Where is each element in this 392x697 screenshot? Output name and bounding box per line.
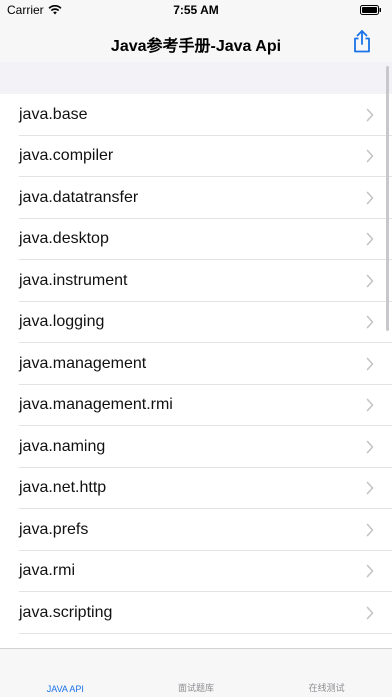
list-item[interactable]: java.rmi — [0, 551, 392, 593]
share-button[interactable] — [348, 26, 376, 56]
list-item-label: java.desktop — [19, 230, 109, 248]
list-item-label: java.scripting — [19, 603, 113, 621]
list-item[interactable]: java.prefs — [0, 509, 392, 551]
navigation-bar: Java参考手册-Java Api — [0, 22, 392, 62]
list-item[interactable]: java.net.http — [0, 468, 392, 510]
chevron-right-icon — [366, 440, 374, 454]
chevron-right-icon — [366, 481, 374, 495]
list-item[interactable]: java.datatransfer — [0, 177, 392, 219]
status-time: 7:55 AM — [173, 3, 219, 17]
chevron-right-icon — [366, 108, 374, 122]
list-item[interactable]: java.management.rmi — [0, 385, 392, 427]
scrollbar[interactable] — [386, 66, 389, 331]
chevron-right-icon — [366, 606, 374, 620]
chevron-right-icon — [366, 357, 374, 371]
module-list: java.base java.compiler java.datatransfe… — [0, 94, 392, 648]
list-item[interactable]: java.desktop — [0, 219, 392, 261]
list-item[interactable]: java.management — [0, 343, 392, 385]
list-item-label: java.compiler — [19, 147, 114, 165]
list-item[interactable]: java.scripting — [0, 592, 392, 634]
tab-interview-questions[interactable]: 面试题库 — [131, 649, 262, 697]
list-item-label: java.base — [19, 105, 88, 123]
chevron-right-icon — [366, 232, 374, 246]
list-item-label: java.prefs — [19, 520, 89, 538]
chevron-right-icon — [366, 149, 374, 163]
chevron-right-icon — [366, 523, 374, 537]
list-item-label: java.naming — [19, 437, 106, 455]
list-item-label: java.management — [19, 354, 147, 372]
battery-icon — [360, 5, 381, 15]
list-item-label: java.datatransfer — [19, 188, 139, 206]
section-header-spacer — [0, 62, 392, 94]
status-bar: Carrier 7:55 AM — [0, 0, 392, 22]
list-item-label: java.rmi — [19, 562, 76, 580]
tab-label: 面试题库 — [178, 683, 215, 693]
list-item[interactable]: java.base — [0, 94, 392, 136]
list-item-label: java.net.http — [19, 479, 107, 497]
tab-label: JAVA API — [46, 684, 84, 694]
chevron-right-icon — [366, 564, 374, 578]
tab-bar: JAVA API 面试题库 在线测试 — [0, 648, 392, 697]
tab-online-test[interactable]: 在线测试 — [261, 649, 392, 697]
list-item[interactable]: java.logging — [0, 302, 392, 344]
tab-java-api[interactable]: JAVA API — [0, 649, 131, 697]
list-item[interactable]: java.instrument — [0, 260, 392, 302]
chevron-right-icon — [366, 398, 374, 412]
list-item[interactable]: java.compiler — [0, 136, 392, 178]
list-item-label: java.management.rmi — [19, 396, 173, 414]
list-item-label: java.logging — [19, 313, 105, 331]
chevron-right-icon — [366, 191, 374, 205]
share-icon — [354, 30, 370, 53]
list-item-label: java.instrument — [19, 271, 128, 289]
chevron-right-icon — [366, 274, 374, 288]
page-title: Java参考手册-Java Api — [110, 38, 282, 55]
tab-label: 在线测试 — [308, 683, 345, 693]
chevron-right-icon — [366, 315, 374, 329]
list-item[interactable]: java.naming — [0, 426, 392, 468]
